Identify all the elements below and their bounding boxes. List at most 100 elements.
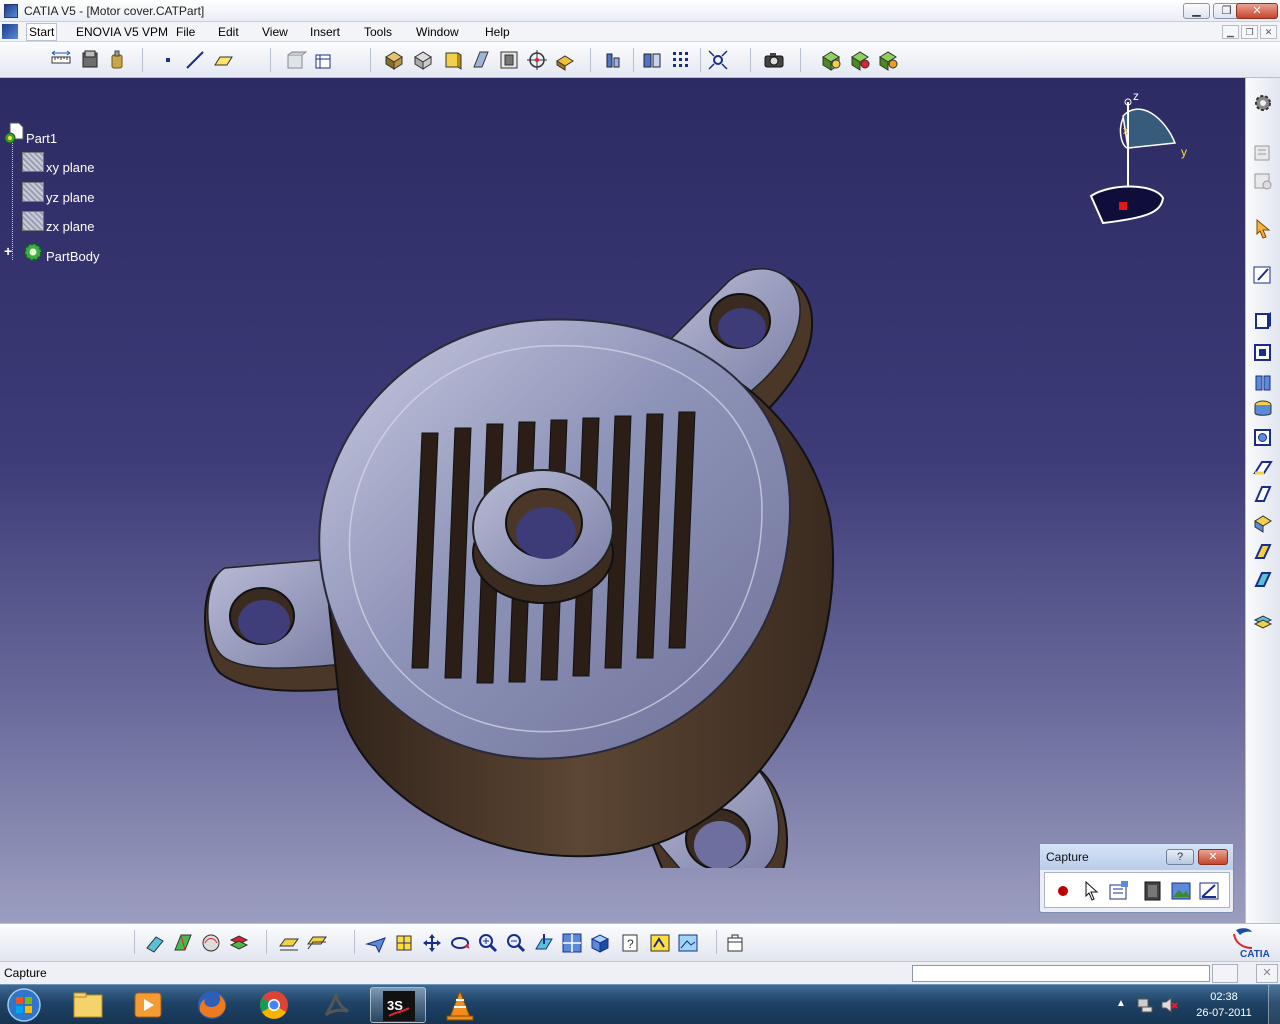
- hide-show-icon[interactable]: ?: [619, 932, 641, 954]
- hole-feature-icon[interactable]: [1252, 427, 1274, 449]
- fit-all-icon[interactable]: [707, 49, 729, 71]
- slot-icon[interactable]: [1252, 483, 1274, 505]
- mode-icon[interactable]: [724, 932, 746, 954]
- tree-item-xy-plane[interactable]: xy plane: [46, 160, 94, 175]
- album-icon[interactable]: [1197, 879, 1221, 903]
- capture-toolbar[interactable]: Capture ? ✕: [1039, 843, 1234, 913]
- taskbar-media-player-button[interactable]: [120, 987, 176, 1023]
- capture-header[interactable]: Capture ? ✕: [1040, 844, 1233, 870]
- grid-icon[interactable]: [670, 49, 692, 71]
- pan-icon[interactable]: [421, 932, 443, 954]
- formula-icon[interactable]: [1252, 142, 1274, 164]
- taskbar-clock-date[interactable]: 26-07-2011: [1188, 1007, 1260, 1019]
- hole-icon[interactable]: [498, 49, 520, 71]
- camera-icon[interactable]: [763, 49, 785, 71]
- pad-feature-icon[interactable]: [1252, 310, 1274, 332]
- plane-icon[interactable]: [22, 182, 44, 202]
- taskbar-clock-time[interactable]: 02:38: [1188, 991, 1260, 1003]
- zoom-in-icon[interactable]: [477, 932, 499, 954]
- show-hidden-icons-icon[interactable]: ▲: [1116, 998, 1126, 1009]
- partbody-gear-icon[interactable]: [22, 241, 44, 263]
- tree-item-partbody[interactable]: PartBody: [46, 249, 99, 264]
- taskbar-firefox-button[interactable]: [184, 987, 240, 1023]
- select-icon[interactable]: [1079, 879, 1103, 903]
- rule-icon[interactable]: [1252, 170, 1274, 192]
- fit-all-in-icon[interactable]: [393, 932, 415, 954]
- windows-start-icon[interactable]: [4, 987, 44, 1023]
- tree-item-zx-plane[interactable]: zx plane: [46, 219, 94, 234]
- swap-visible-icon[interactable]: [641, 49, 663, 71]
- doc-restore-button[interactable]: ❐: [1241, 25, 1258, 39]
- shaft-icon[interactable]: [442, 49, 464, 71]
- command-button[interactable]: [1212, 964, 1238, 983]
- network-icon[interactable]: [1136, 996, 1154, 1014]
- sketch-analysis-icon[interactable]: [144, 932, 166, 954]
- menu-start[interactable]: Start: [26, 23, 58, 41]
- fly-mode-icon[interactable]: [365, 932, 387, 954]
- capture-help-button[interactable]: ?: [1166, 849, 1194, 865]
- tree-item-part1[interactable]: Part1: [26, 131, 57, 146]
- line-icon[interactable]: [184, 49, 206, 71]
- pocket-icon[interactable]: [412, 49, 434, 71]
- capture-image-icon[interactable]: [1169, 879, 1193, 903]
- capture-window-icon[interactable]: [1141, 879, 1165, 903]
- swap-space-icon[interactable]: [649, 932, 671, 954]
- show-desktop-button[interactable]: [1268, 985, 1280, 1024]
- analysis-icon[interactable]: [603, 49, 625, 71]
- plane-icon[interactable]: [22, 152, 44, 172]
- command-close-button[interactable]: ✕: [1256, 964, 1278, 983]
- plane-icon[interactable]: [212, 49, 234, 71]
- shaft-feature-icon[interactable]: [1252, 372, 1274, 394]
- taskbar-chrome-button[interactable]: [246, 987, 302, 1023]
- multi-view-icon[interactable]: [561, 932, 583, 954]
- sketcher-icon[interactable]: [1252, 264, 1274, 286]
- groove-icon[interactable]: [470, 49, 492, 71]
- menu-help[interactable]: Help: [485, 25, 510, 39]
- menu-window[interactable]: Window: [416, 25, 459, 39]
- update-all-icon[interactable]: [820, 49, 842, 71]
- menu-view[interactable]: View: [262, 25, 288, 39]
- tree-item-yz-plane[interactable]: yz plane: [46, 190, 94, 205]
- sketch-icon[interactable]: [312, 49, 334, 71]
- taskbar-explorer-button[interactable]: [60, 987, 116, 1023]
- curvature-analysis-icon[interactable]: [200, 932, 222, 954]
- pad-icon[interactable]: [383, 49, 405, 71]
- menu-edit[interactable]: Edit: [218, 25, 239, 39]
- reference-element-icon[interactable]: [278, 932, 300, 954]
- knowledge-gear-icon[interactable]: [1252, 92, 1274, 114]
- motor-cover-model[interactable]: [190, 188, 850, 868]
- options-icon[interactable]: [1107, 879, 1131, 903]
- compass-widget[interactable]: z y x: [1085, 88, 1205, 228]
- record-icon[interactable]: [1051, 879, 1075, 903]
- thickness-icon[interactable]: [1252, 611, 1274, 633]
- shading-icon[interactable]: [677, 932, 699, 954]
- point-icon[interactable]: [157, 49, 179, 71]
- constraint-icon[interactable]: [306, 932, 328, 954]
- stop-update-icon[interactable]: [849, 49, 871, 71]
- apply-material-icon[interactable]: [79, 49, 101, 71]
- body-icon[interactable]: [285, 49, 307, 71]
- expand-icon[interactable]: +: [4, 243, 12, 259]
- isometric-view-icon[interactable]: [589, 932, 611, 954]
- mass-properties-icon[interactable]: [106, 49, 128, 71]
- fillet-feature-icon[interactable]: [1252, 540, 1274, 562]
- thread-analysis-icon[interactable]: [228, 932, 250, 954]
- part-icon[interactable]: [2, 122, 24, 146]
- capture-close-button[interactable]: ✕: [1198, 849, 1228, 865]
- pocket-feature-icon[interactable]: [1252, 342, 1274, 364]
- rib-icon[interactable]: [1252, 456, 1274, 478]
- menu-tools[interactable]: Tools: [364, 25, 392, 39]
- doc-minimize-button[interactable]: ▁: [1222, 25, 1239, 39]
- volume-muted-icon[interactable]: [1160, 996, 1178, 1014]
- menu-insert[interactable]: Insert: [310, 25, 340, 39]
- taskbar-vlc-button[interactable]: [432, 987, 488, 1023]
- multi-section-icon[interactable]: [1252, 512, 1274, 534]
- 3d-viewport[interactable]: Part1 xy plane yz plane zx plane + PartB…: [0, 78, 1245, 923]
- zoom-out-icon[interactable]: [505, 932, 527, 954]
- doc-close-button[interactable]: ✕: [1260, 25, 1277, 39]
- rotate-icon[interactable]: [449, 932, 471, 954]
- fillet-icon[interactable]: [554, 49, 576, 71]
- taskbar-acrobat-button[interactable]: [308, 987, 364, 1023]
- measure-icon[interactable]: [50, 49, 72, 71]
- normal-view-icon[interactable]: [533, 932, 555, 954]
